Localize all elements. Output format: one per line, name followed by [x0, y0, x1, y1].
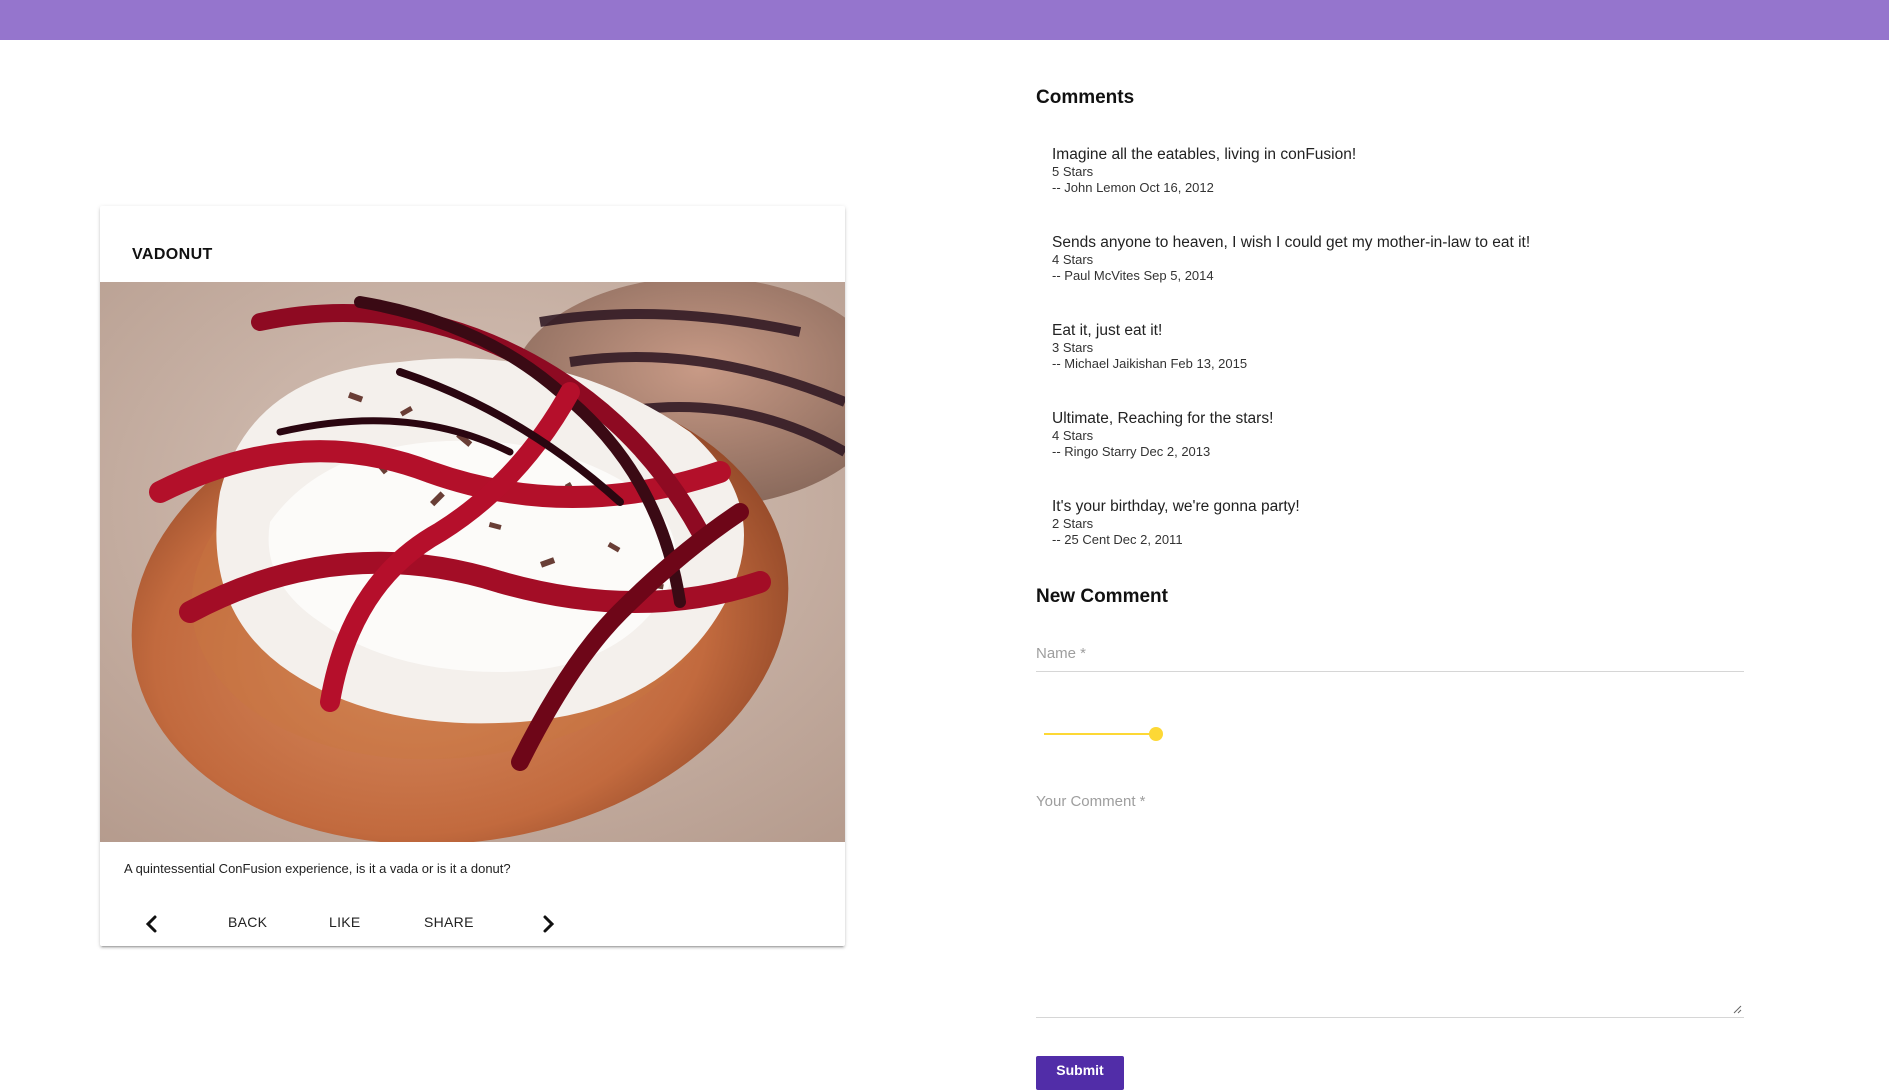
dish-card: VADONUT A quintessential ConFusion exper… [100, 206, 845, 946]
slider-thumb[interactable] [1149, 727, 1163, 741]
rating-slider[interactable] [1044, 727, 1164, 741]
comment-text: It's your birthday, we're gonna party! [1052, 498, 1300, 515]
comment-rating: 4 Stars [1052, 428, 1094, 443]
comment-rating: 2 Stars [1052, 516, 1094, 531]
card-actions: BACK LIKE SHARE [100, 906, 845, 942]
name-field-label: Name * [1036, 645, 1087, 662]
comment-field-label: Your Comment * [1036, 793, 1146, 810]
resize-grip-icon[interactable] [1732, 1001, 1742, 1014]
comment-byline: -- Paul McVites Sep 5, 2014 [1052, 268, 1214, 283]
new-comment-title: New Comment [1036, 586, 1168, 607]
back-button[interactable]: BACK [228, 914, 267, 930]
chevron-left-icon[interactable] [140, 912, 164, 936]
dish-title: VADONUT [132, 246, 213, 263]
comment-text: Sends anyone to heaven, I wish I could g… [1052, 234, 1531, 251]
dish-description: A quintessential ConFusion experience, i… [124, 861, 511, 876]
name-field[interactable]: Name * [1036, 640, 1744, 672]
comment-byline: -- Michael Jaikishan Feb 13, 2015 [1052, 356, 1248, 371]
comment-textarea[interactable]: Your Comment * [1036, 790, 1744, 1018]
share-button[interactable]: SHARE [424, 914, 474, 930]
comment-item: Imagine all the eatables, living in conF… [1052, 145, 1752, 196]
like-button[interactable]: LIKE [329, 914, 361, 930]
comment-rating: 4 Stars [1052, 252, 1094, 267]
comment-byline: -- 25 Cent Dec 2, 2011 [1052, 532, 1183, 547]
comment-item: Ultimate, Reaching for the stars! 4 Star… [1052, 409, 1752, 460]
comment-rating: 3 Stars [1052, 340, 1094, 355]
app-toolbar [0, 0, 1889, 40]
vadonut-photo-icon [100, 282, 845, 842]
comment-item: It's your birthday, we're gonna party! 2… [1052, 497, 1752, 548]
dish-image [100, 282, 845, 842]
comment-item: Sends anyone to heaven, I wish I could g… [1052, 233, 1752, 284]
comment-rating: 5 Stars [1052, 164, 1094, 179]
comment-byline: -- John Lemon Oct 16, 2012 [1052, 180, 1214, 195]
chevron-right-icon[interactable] [536, 912, 560, 936]
comment-byline: -- Ringo Starry Dec 2, 2013 [1052, 444, 1211, 459]
slider-track [1044, 733, 1156, 735]
comments-title: Comments [1036, 87, 1135, 108]
comment-text: Ultimate, Reaching for the stars! [1052, 410, 1274, 427]
comment-text: Eat it, just eat it! [1052, 322, 1163, 339]
comment-text: Imagine all the eatables, living in conF… [1052, 146, 1357, 163]
comment-item: Eat it, just eat it! 3 Stars -- Michael … [1052, 321, 1752, 372]
